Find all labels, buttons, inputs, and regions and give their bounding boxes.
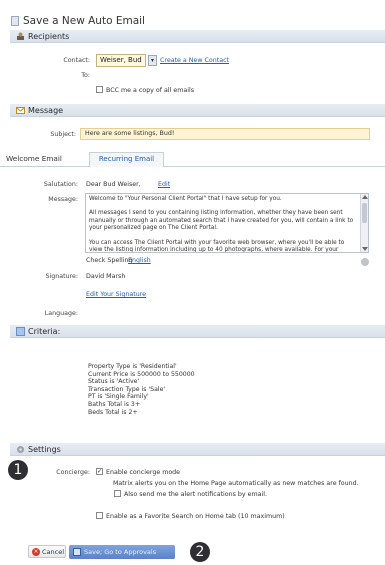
section-label: Settings [28,444,61,454]
callout-marker-1: 1 [8,460,28,480]
salutation-value: Dear Bud Weiser, [86,181,141,188]
favorite-search-checkbox[interactable] [96,512,103,519]
scroll-down-icon[interactable] [362,247,368,251]
save-icon [73,548,81,556]
message-paragraph: All messages I send to you containing li… [89,210,354,232]
email-alerts-label: Also send me the alert notifications by … [124,491,268,498]
enable-concierge-checkbox[interactable]: ✓ [96,468,103,475]
section-recipients: Recipients [10,30,385,43]
cancel-button[interactable]: × Cancel [28,545,66,558]
criteria-item: Baths Total is 3+ [88,400,141,408]
concierge-description: Matrix alerts you on the Home Page autom… [113,480,359,487]
email-alerts-checkbox[interactable] [114,490,121,497]
concierge-label: Concierge: [56,469,90,476]
cancel-icon: × [32,547,40,556]
criteria-item: Current Price is 500000 to 550000 [88,370,195,378]
gear-icon [16,445,25,454]
subject-input[interactable]: Here are some listings, Bud! [80,128,370,140]
contact-select[interactable]: Weiser, Bud [96,54,146,67]
tab-welcome-email[interactable]: Welcome Email [6,154,62,167]
section-settings: Settings [10,443,385,456]
message-paragraph: You can access The Client Portal with yo… [89,239,345,253]
edit-signature-link[interactable]: Edit Your Signature [86,291,146,298]
criteria-item: PT is 'Single Family' [88,393,149,401]
subject-label: Subject: [50,131,76,138]
bcc-checkbox[interactable] [96,86,103,93]
window-title-bar: Save a New Auto Email [11,13,385,28]
edit-salutation-link[interactable]: Edit [158,181,170,188]
create-contact-link[interactable]: Create a New Contact [160,57,229,64]
window-title: Save a New Auto Email [23,14,145,27]
resize-handle-icon[interactable] [361,258,369,266]
language-label: Language: [44,310,78,317]
spelling-language-link[interactable]: English [128,257,151,264]
cancel-button-label: Cancel [42,547,65,556]
signature-label: Signature: [45,273,79,280]
section-label: Criteria: [28,326,61,336]
contact-label: Contact: [63,57,90,64]
to-label: To: [81,72,90,79]
contacts-icon [16,32,25,41]
save-button-label: Save; Go to Approvals [84,548,157,556]
scrollbar-thumb[interactable] [362,203,367,223]
signature-value: David Marsh [86,273,126,280]
message-label: Message: [48,196,78,203]
criteria-item: Status is 'Active' [88,378,140,386]
section-message: Message [10,104,385,117]
tab-recurring-email[interactable]: Recurring Email [89,152,164,167]
bcc-label: BCC me a copy of all emails [106,87,194,94]
check-spelling-label: Check Spelling [86,257,133,264]
section-criteria: Criteria: [10,325,385,338]
salutation-label: Salutation: [43,181,78,188]
section-label: Recipients [28,31,70,41]
message-body-textarea[interactable]: Welcome to "Your Personal Client Portal"… [85,193,369,253]
message-icon [16,106,25,115]
message-scrollbar[interactable] [360,194,368,252]
document-icon [11,15,19,26]
section-label: Message [28,105,64,115]
callout-marker-2: 2 [190,542,210,562]
scroll-up-icon[interactable] [362,195,368,199]
criteria-item: Transaction Type is 'Sale' [88,385,166,393]
criteria-item: Property Type is 'Residential' [88,363,177,370]
chevron-down-icon[interactable]: ▾ [148,55,157,66]
criteria-item: Beds Total is 2+ [88,408,138,416]
criteria-list: Property Type is 'Residential' Current P… [88,363,288,416]
enable-concierge-label: Enable concierge mode [106,469,181,476]
criteria-icon [16,326,25,336]
save-approvals-button[interactable]: Save; Go to Approvals [69,545,175,559]
favorite-search-label: Enable as a Favorite Search on Home tab … [106,513,285,520]
message-paragraph: Welcome to "Your Personal Client Portal"… [89,196,282,202]
